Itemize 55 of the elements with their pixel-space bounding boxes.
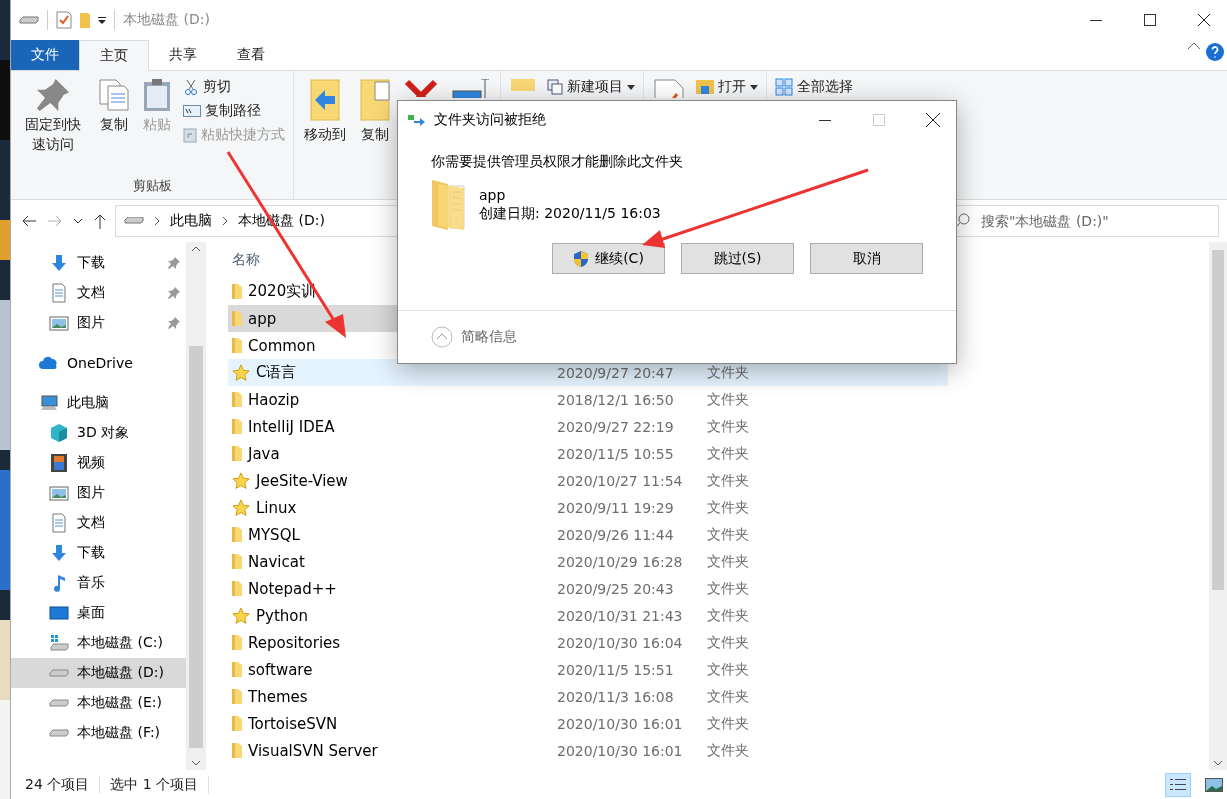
type-cell: 文件夹 (707, 606, 749, 625)
dialog-title: 文件夹访问被拒绝 (434, 111, 547, 129)
date-cell-text: 2020/10/30 16:01 (557, 715, 684, 732)
file-name: app (248, 309, 277, 328)
type-cell: 文件夹 (707, 363, 749, 382)
file-name: Common (248, 336, 316, 355)
type-cell: 文件夹 (707, 633, 749, 652)
type-cell: 文件夹 (707, 687, 749, 706)
type-cell: 文件夹 (707, 741, 749, 760)
dialog-message: 你需要提供管理员权限才能删除此文件夹 (431, 153, 684, 171)
type-cell: 文件夹 (707, 525, 749, 544)
type-cell: 文件夹 (707, 660, 749, 679)
file-name: Repositories (248, 633, 341, 652)
date-cell-text: 2020/10/27 11:54 (557, 472, 684, 489)
type-cell: 文件夹 (707, 444, 749, 463)
file-name: Notepad++ (248, 579, 337, 598)
type-cell: 文件夹 (707, 390, 749, 409)
file-name: JeeSite-View (256, 471, 348, 490)
date-cell-text: 2020/9/26 11:44 (557, 526, 675, 543)
type-cell: 文件夹 (707, 579, 749, 598)
file-name: Java (248, 444, 280, 463)
file-name: Themes (248, 687, 308, 706)
date-cell-text: 2020/10/30 16:01 (557, 742, 684, 759)
group-label: 剪贴板 (131, 177, 173, 195)
file-name: Python (256, 606, 308, 625)
selection-count: 选中 1 个项目 (110, 775, 210, 794)
date-cell-text: 2020/10/30 16:04 (557, 634, 684, 651)
date-cell-text: 2020/9/25 20:43 (557, 580, 675, 597)
type-cell: 文件夹 (707, 417, 749, 436)
file-name: Haozip (248, 390, 300, 409)
item-date: 创建日期: 2020/11/5 16:03 (479, 205, 661, 223)
file-name: Linux (256, 498, 297, 517)
file-name: IntelliJ IDEA (248, 417, 335, 436)
date-cell-text: 2020/11/5 15:51 (557, 661, 675, 678)
date-cell-text: 2020/10/29 16:28 (557, 553, 684, 570)
type-cell: 文件夹 (707, 498, 749, 517)
window-title: 本地磁盘 (D:) (123, 11, 210, 29)
file-name: TortoiseSVN (248, 714, 338, 733)
file-name: C语言 (256, 363, 297, 382)
date-cell-text: 2018/12/1 16:50 (557, 391, 675, 408)
file-name: Navicat (248, 552, 305, 571)
type-cell: 文件夹 (707, 552, 749, 571)
item-name: app (479, 187, 507, 203)
type-cell: 文件夹 (707, 714, 749, 733)
file-name: VisualSVN Server (248, 741, 378, 760)
type-cell: 文件夹 (707, 471, 749, 490)
date-cell-text: 2020/9/27 20:47 (557, 364, 675, 381)
date-cell-text: 2020/11/5 10:55 (557, 445, 675, 462)
date-cell-text: 2020/11/3 16:08 (557, 688, 675, 705)
file-name: software (248, 660, 313, 679)
date-cell-text: 2020/9/27 22:19 (557, 418, 675, 435)
item-count: 24 个项目 (25, 775, 101, 794)
date-cell-text: 2020/10/31 21:43 (557, 607, 684, 624)
file-name: MYSQL (248, 525, 300, 544)
date-cell-text: 2020/9/11 19:29 (557, 499, 675, 516)
